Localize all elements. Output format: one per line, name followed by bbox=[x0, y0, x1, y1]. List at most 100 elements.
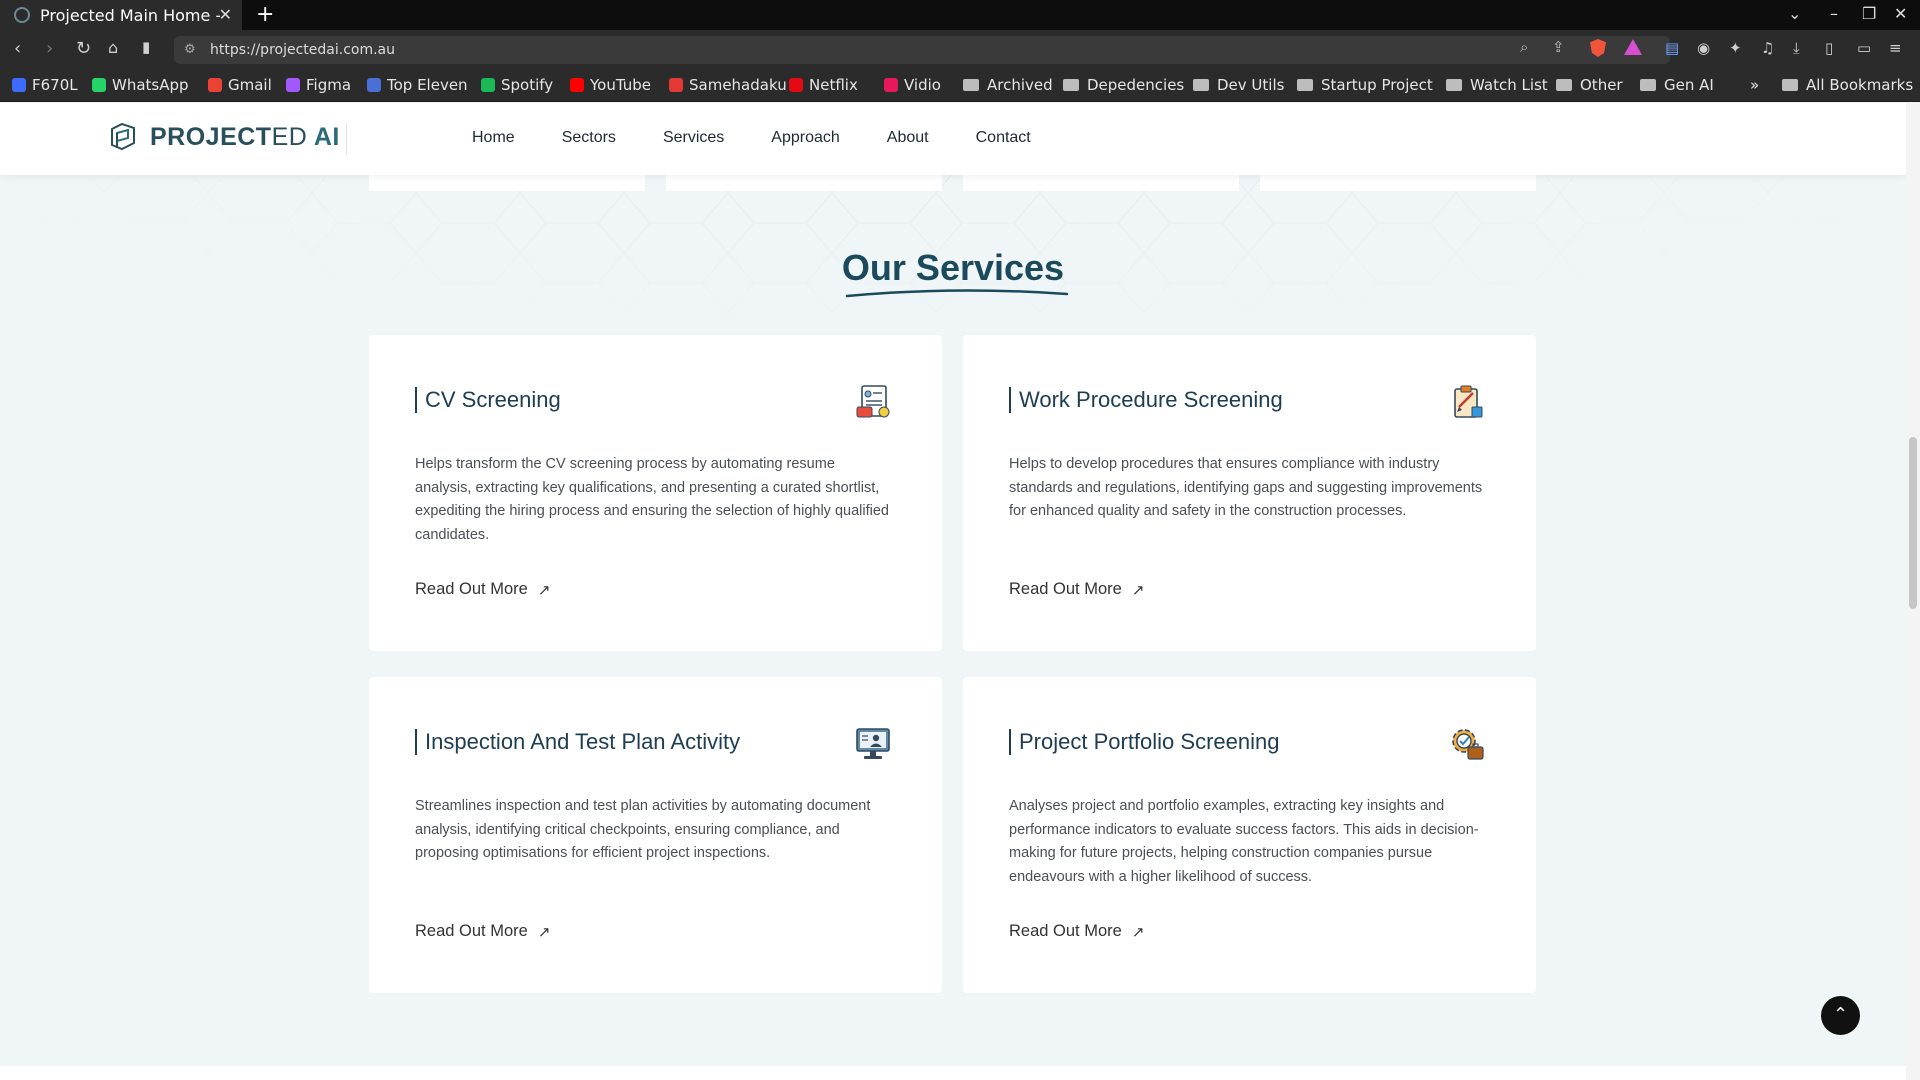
card-title: CV Screening bbox=[415, 387, 561, 413]
folder-icon bbox=[1193, 79, 1209, 91]
url-text: https://projectedai.com.au bbox=[210, 42, 395, 58]
service-card-inspection-test-plan[interactable]: Inspection And Test Plan Activity Stream… bbox=[369, 677, 942, 993]
back-icon[interactable]: ‹ bbox=[14, 38, 21, 59]
browser-tab-active[interactable]: Projected Main Home - De ✕ bbox=[0, 0, 242, 30]
bookmark-gmail[interactable]: Gmail bbox=[208, 76, 272, 94]
zte-icon bbox=[12, 78, 26, 92]
nav-sectors[interactable]: Sectors bbox=[562, 129, 616, 147]
all-bookmarks-label: All Bookmarks bbox=[1806, 76, 1914, 94]
restore-icon[interactable]: ❐ bbox=[1862, 4, 1876, 23]
folder-icon bbox=[1446, 79, 1462, 91]
zoom-icon[interactable]: ⌕ bbox=[1520, 38, 1528, 56]
brave-rewards-icon[interactable] bbox=[1624, 39, 1642, 55]
web-page: PROJECTED AI Home Sectors Services Appro… bbox=[0, 103, 1906, 1080]
screenshot-icon[interactable]: ◉ bbox=[1697, 39, 1710, 57]
stub-card bbox=[369, 173, 645, 191]
home-icon[interactable]: ⌂ bbox=[108, 38, 118, 57]
service-card-cv-screening[interactable]: CV Screening Helps transform the CV scre… bbox=[369, 335, 942, 651]
site-info-icon[interactable]: ⚙ bbox=[184, 36, 196, 64]
services-heading: Our Services bbox=[841, 247, 1065, 288]
samehadaku-icon bbox=[669, 78, 683, 92]
arrow-up-right-icon: ↗ bbox=[537, 923, 551, 941]
close-tab-icon[interactable]: ✕ bbox=[219, 5, 232, 24]
nav-approach[interactable]: Approach bbox=[771, 129, 840, 147]
read-more-link[interactable]: Read Out More ↗ bbox=[1009, 580, 1144, 599]
bookmark-folder-other[interactable]: Other bbox=[1556, 76, 1623, 94]
bookmark-samehadaku[interactable]: Samehadaku bbox=[669, 76, 787, 94]
folder-icon bbox=[1782, 79, 1798, 91]
bookmark-label: Top Eleven bbox=[387, 76, 468, 94]
nav-services[interactable]: Services bbox=[663, 129, 724, 147]
read-more-link[interactable]: Read Out More ↗ bbox=[415, 922, 550, 941]
bookmark-whatsapp[interactable]: WhatsApp bbox=[92, 76, 189, 94]
new-tab-icon[interactable]: + bbox=[256, 2, 274, 27]
bookmark-label: Vidio bbox=[904, 76, 941, 94]
bookmark-folder-startup-project[interactable]: Startup Project bbox=[1297, 76, 1433, 94]
bookmark-folder-label: Startup Project bbox=[1321, 76, 1433, 94]
bookmark-label: WhatsApp bbox=[112, 76, 189, 94]
service-card-project-portfolio-screening[interactable]: Project Portfolio Screening Analyses pro… bbox=[963, 677, 1536, 993]
folder-icon bbox=[1297, 79, 1313, 91]
gear-portfolio-icon bbox=[1452, 729, 1484, 760]
bookmark-folder-watch-list[interactable]: Watch List bbox=[1446, 76, 1548, 94]
bookmark-folder-depedencies[interactable]: Depedencies bbox=[1063, 76, 1184, 94]
bookmark-vidio[interactable]: Vidio bbox=[884, 76, 941, 94]
media-icon[interactable]: ♫ bbox=[1761, 39, 1774, 57]
tab-list-chevron-icon[interactable]: ⌄ bbox=[1788, 4, 1801, 23]
site-logo[interactable]: PROJECTED AI bbox=[108, 121, 340, 153]
bookmark-top-eleven[interactable]: Top Eleven bbox=[367, 76, 468, 94]
all-bookmarks-button[interactable]: All Bookmarks bbox=[1782, 76, 1913, 94]
share-icon[interactable]: ⇪ bbox=[1552, 38, 1565, 56]
arrow-up-right-icon: ↗ bbox=[537, 581, 551, 599]
scroll-to-top-button[interactable]: ⌃ bbox=[1821, 996, 1860, 1035]
bookmark-folder-gen-ai[interactable]: Gen AI bbox=[1640, 76, 1714, 94]
scrollbar-thumb[interactable] bbox=[1909, 437, 1917, 609]
bookmark-icon[interactable]: ▮ bbox=[142, 38, 150, 56]
card-title: Work Procedure Screening bbox=[1009, 387, 1283, 413]
stub-card bbox=[963, 173, 1239, 191]
bookmark-figma[interactable]: Figma bbox=[286, 76, 351, 94]
bookmark-folder-dev-utils[interactable]: Dev Utils bbox=[1193, 76, 1284, 94]
extensions-icon[interactable]: ✦ bbox=[1729, 39, 1742, 57]
bookmark-folder-archived[interactable]: Archived bbox=[963, 76, 1053, 94]
card-title: Inspection And Test Plan Activity bbox=[415, 729, 740, 755]
nav-contact[interactable]: Contact bbox=[976, 129, 1031, 147]
nav-home[interactable]: Home bbox=[472, 129, 515, 147]
wallet-icon[interactable]: ▭ bbox=[1857, 39, 1871, 57]
folder-icon bbox=[1556, 79, 1572, 91]
browser-tab-bar: Projected Main Home - De ✕ + ⌄ – ❐ ✕ bbox=[0, 0, 1920, 30]
bookmark-netflix[interactable]: Netflix bbox=[789, 76, 858, 94]
card-description: Helps transform the CV screening process… bbox=[415, 456, 889, 543]
top-eleven-icon bbox=[367, 78, 381, 92]
main-nav: Home Sectors Services Approach About Con… bbox=[472, 129, 1078, 147]
next-section-edge bbox=[0, 1066, 1906, 1080]
window-close-icon[interactable]: ✕ bbox=[1894, 4, 1907, 23]
bookmark-label: Samehadaku bbox=[689, 76, 787, 94]
forward-icon[interactable]: › bbox=[46, 38, 53, 59]
sidebar-icon[interactable]: ▯ bbox=[1825, 39, 1833, 57]
download-icon[interactable]: ⤓ bbox=[1793, 39, 1800, 57]
read-more-link[interactable]: Read Out More ↗ bbox=[1009, 922, 1144, 941]
bookmark-spotify[interactable]: Spotify bbox=[481, 76, 553, 94]
site-favicon-icon bbox=[14, 7, 30, 23]
header-divider bbox=[346, 123, 347, 155]
card-description: Analyses project and portfolio examples,… bbox=[1009, 798, 1479, 885]
bookmark-f670l[interactable]: F670L bbox=[12, 76, 78, 94]
folder-icon bbox=[963, 79, 979, 91]
bookmark-youtube[interactable]: YouTube bbox=[570, 76, 651, 94]
vidio-icon bbox=[884, 78, 898, 92]
arrow-up-right-icon: ↗ bbox=[1131, 581, 1145, 599]
minimize-icon[interactable]: – bbox=[1830, 4, 1838, 23]
bookmark-folder-label: Watch List bbox=[1470, 76, 1548, 94]
bookmarks-overflow-button[interactable]: » bbox=[1750, 76, 1759, 94]
projected-logo-icon bbox=[111, 122, 135, 151]
nav-about[interactable]: About bbox=[887, 129, 929, 147]
read-more-link[interactable]: Read Out More ↗ bbox=[415, 580, 550, 599]
gmail-icon bbox=[208, 78, 222, 92]
menu-icon[interactable]: ≡ bbox=[1889, 39, 1902, 57]
reload-icon[interactable]: ↻ bbox=[76, 38, 91, 59]
extension-docs-icon[interactable]: ▤ bbox=[1665, 39, 1679, 57]
service-card-work-procedure-screening[interactable]: Work Procedure Screening Helps to develo… bbox=[963, 335, 1536, 651]
card-title: Project Portfolio Screening bbox=[1009, 729, 1279, 755]
address-bar[interactable]: ⚙ https://projectedai.com.au bbox=[174, 36, 1670, 64]
